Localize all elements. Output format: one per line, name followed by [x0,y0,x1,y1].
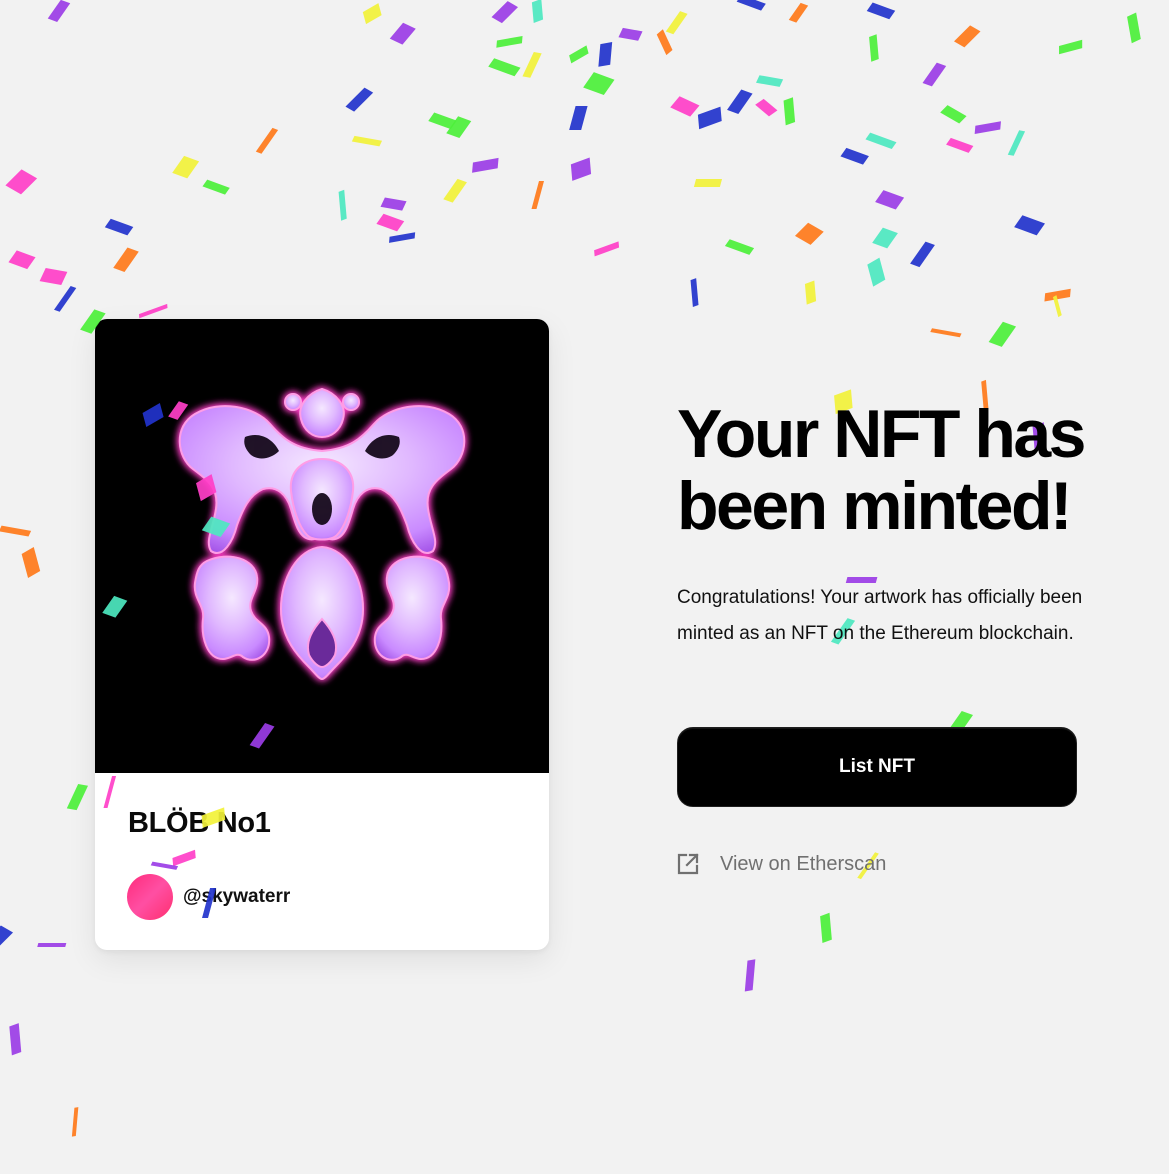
confetti-piece [665,11,688,35]
confetti-piece [930,328,962,338]
confetti-piece [5,169,38,195]
success-description: Congratulations! Your artwork has offici… [677,587,1083,644]
confetti-piece [446,116,472,139]
confetti-piece [531,181,545,209]
confetti-piece [583,72,615,95]
confetti-piece [744,959,756,992]
confetti-piece [794,222,824,245]
confetti-piece [1127,12,1141,44]
confetti-piece [488,58,521,77]
confetti-piece [71,1107,79,1137]
confetti-piece [670,96,700,117]
confetti-piece [940,105,967,124]
confetti-piece [693,179,723,187]
confetti-piece [756,75,784,87]
confetti-piece [1007,130,1026,156]
nft-title: BLÖB No1 [128,807,271,839]
confetti-piece [570,157,592,181]
confetti-piece [988,321,1017,347]
confetti-piece [727,89,753,114]
confetti-piece [202,179,230,195]
confetti-piece [690,278,699,307]
confetti-piece [820,912,832,944]
confetti-piece [1014,215,1045,236]
confetti-piece [788,2,809,23]
external-link-icon [677,853,699,875]
confetti-piece [974,121,1001,135]
nft-card[interactable]: BLÖB No1 @skywaterr [95,319,549,950]
confetti-piece [47,0,71,22]
confetti-piece [362,3,382,25]
blob-artwork-svg [178,387,466,681]
confetti-piece [443,178,467,203]
confetti-piece [376,213,405,232]
confetti-piece [954,25,981,48]
confetti-piece [389,22,416,45]
confetti-piece [656,29,673,56]
confetti-piece [66,784,89,811]
confetti-piece [872,227,898,249]
confetti-piece [39,268,68,285]
confetti-piece [345,87,374,112]
confetti-piece [783,97,796,126]
confetti-piece [866,2,896,20]
confetti-piece [618,27,643,41]
confetti-piece [0,525,32,537]
confetti-piece [113,247,139,273]
confetti-piece [724,239,755,255]
confetti-piece [9,1023,22,1056]
confetti-piece [496,35,523,48]
confetti-piece [380,197,407,211]
creator-handle[interactable]: @skywaterr [183,886,290,908]
confetti-piece [804,280,817,305]
confetti-piece [1044,288,1071,302]
creator-info[interactable]: @skywaterr [127,874,290,920]
confetti-piece [8,250,36,270]
confetti-piece [428,112,457,130]
creator-avatar[interactable] [127,874,173,920]
confetti-piece [569,106,588,130]
confetti-piece [697,106,722,130]
confetti-piece [172,155,200,179]
confetti-piece [875,190,905,210]
confetti-piece [946,137,974,153]
confetti-piece [910,241,935,268]
list-nft-button[interactable]: List NFT [677,727,1077,807]
confetti-piece [594,241,620,257]
nft-artwork-image [95,319,549,773]
confetti-piece [21,546,41,578]
confetti-piece [104,218,134,236]
confetti-piece [351,135,383,147]
confetti-piece [37,943,67,947]
confetti-piece [389,232,416,243]
confetti-piece [598,42,613,67]
headline-line-1: Your NFT has [677,396,1087,472]
confetti-piece [472,157,499,173]
confetti-piece [338,189,347,221]
confetti-piece [1052,295,1062,318]
success-headline: Your NFT has been minted! [677,398,1147,542]
confetti-piece [569,45,589,64]
confetti-piece [138,303,168,319]
confetti-piece [867,257,886,287]
confetti-piece [522,51,542,78]
view-on-etherscan-link[interactable]: View on Etherscan [677,848,886,880]
confetti-piece [755,98,778,117]
confetti-piece [865,132,897,149]
confetti-piece [491,1,518,24]
confetti-piece [0,925,14,949]
confetti-piece [736,0,766,11]
confetti-piece [869,34,879,62]
confetti-piece [255,127,279,154]
headline-line-2: been minted! [677,468,1073,544]
confetti-piece [54,285,77,312]
confetti-piece [531,0,544,23]
etherscan-link-label: View on Etherscan [720,852,887,875]
confetti-piece [1059,39,1083,55]
confetti-piece [840,147,869,165]
confetti-piece [922,62,947,87]
